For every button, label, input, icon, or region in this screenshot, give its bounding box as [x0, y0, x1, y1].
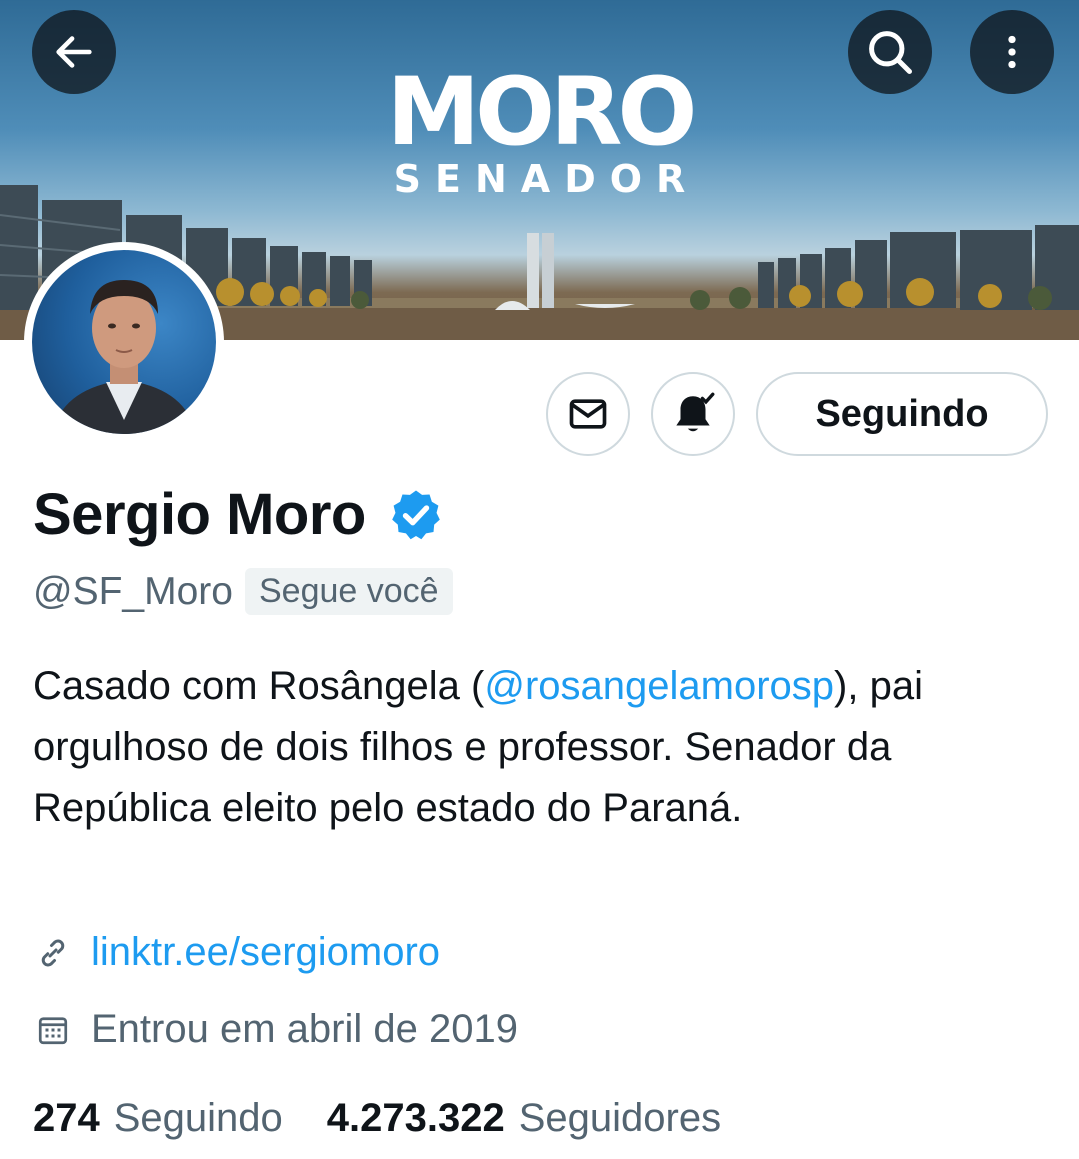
joined-row: Entrou em abril de 2019 — [33, 1007, 518, 1052]
followers-count: 4.273.322 — [326, 1096, 505, 1140]
joined-date: Entrou em abril de 2019 — [91, 1007, 518, 1051]
followers-label: Seguidores — [518, 1096, 722, 1140]
search-icon — [869, 31, 912, 74]
notifications-button[interactable] — [651, 372, 735, 456]
more-options-button[interactable] — [970, 10, 1054, 94]
bio-mention-link[interactable]: @rosangelamorosp — [484, 664, 834, 708]
link-icon — [33, 933, 73, 973]
more-vertical-icon — [1008, 35, 1016, 69]
calendar-icon — [33, 1010, 73, 1050]
follows-you-badge: Segue você — [244, 568, 453, 615]
followers-stat[interactable]: 4.273.322 Seguidores — [327, 1096, 721, 1141]
display-name: Sergio Moro — [33, 482, 366, 547]
following-stat[interactable]: 274 Seguindo — [33, 1096, 283, 1141]
profile-website-link[interactable]: linktr.ee/sergiomoro — [91, 930, 440, 975]
banner-subtitle: SENADOR — [393, 157, 700, 201]
follow-stats: 274 Seguindo 4.273.322 Seguidores — [33, 1096, 765, 1141]
profile-name-row: Sergio Moro — [33, 482, 444, 549]
following-button[interactable]: Seguindo — [756, 372, 1048, 456]
verified-badge-icon[interactable] — [388, 487, 444, 543]
bio-prefix: Casado com Rosângela ( — [33, 664, 485, 708]
handle: @SF_Moro — [33, 569, 233, 613]
following-label: Seguindo — [113, 1096, 283, 1140]
avatar-photo — [32, 250, 216, 434]
bio: Casado com Rosângela (@rosangelamorosp),… — [33, 656, 1053, 839]
bell-check-icon — [676, 392, 715, 432]
profile-link-row: linktr.ee/sergiomoro — [33, 930, 440, 975]
arrow-left-icon — [56, 36, 92, 68]
message-button[interactable] — [546, 372, 630, 456]
mail-icon — [569, 399, 607, 429]
following-count: 274 — [33, 1096, 100, 1140]
handle-row: @SF_Moro Segue você — [33, 568, 453, 615]
back-button[interactable] — [32, 10, 116, 94]
search-button[interactable] — [848, 10, 932, 94]
avatar[interactable] — [24, 242, 224, 442]
